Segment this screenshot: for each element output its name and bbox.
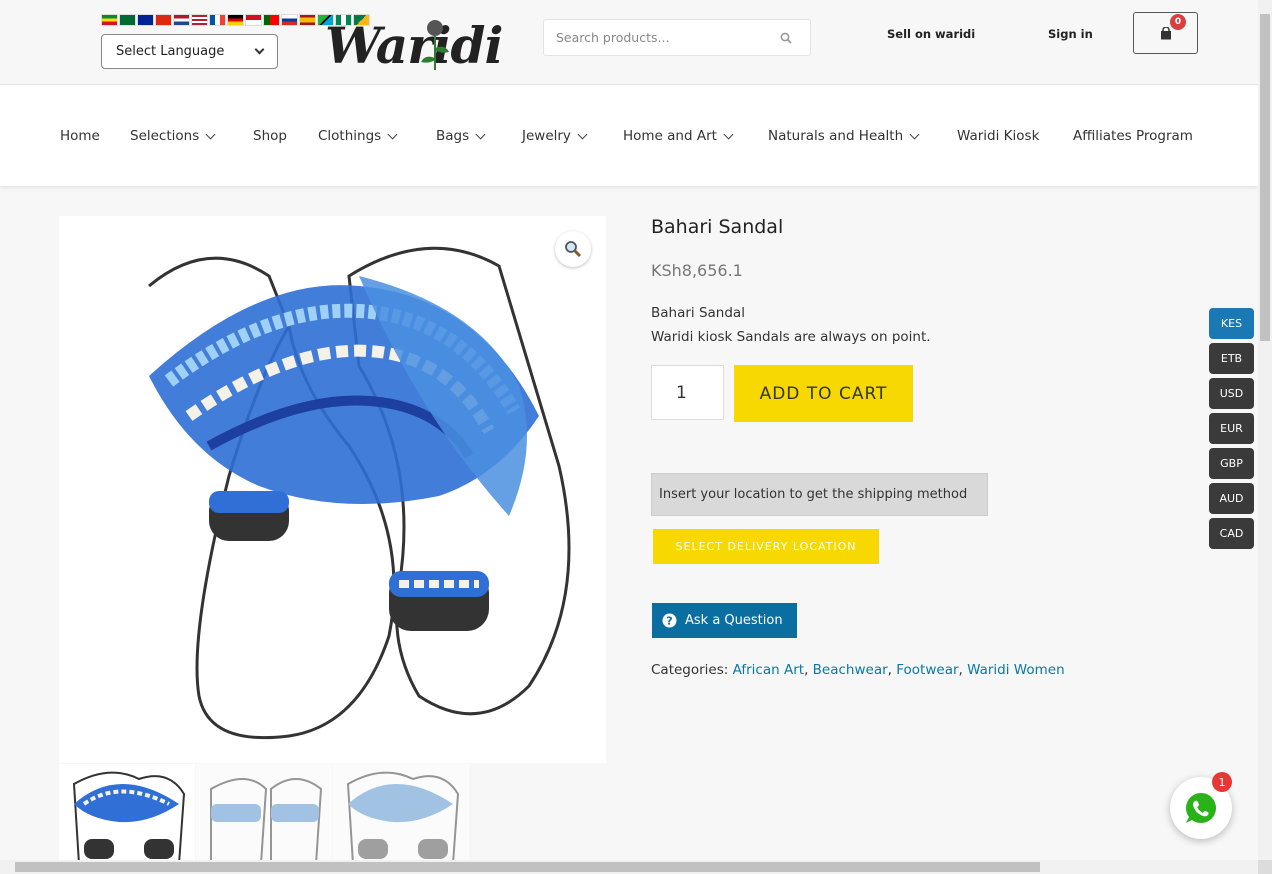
language-select[interactable]: Select Language [101, 34, 278, 69]
nav-item-label: Bags [436, 128, 470, 144]
thumbnail-strip [59, 764, 470, 864]
whatsapp-notification-badge: 1 [1212, 772, 1232, 792]
signin-link[interactable]: Sign in [1048, 27, 1093, 41]
flag-german-icon[interactable] [227, 14, 244, 26]
nav-item-affiliates-program[interactable]: Affiliates Program [1073, 128, 1193, 144]
sandal-image [148, 246, 571, 740]
currency-eur[interactable]: EUR [1209, 413, 1254, 444]
quantity-input[interactable]: 1 [651, 365, 724, 420]
language-select-label: Select Language [116, 44, 225, 59]
nav-item-shop[interactable]: Shop [253, 128, 287, 144]
chevron-down-icon [723, 129, 734, 139]
categories-label: Categories: [651, 662, 729, 678]
currency-cad[interactable]: CAD [1209, 518, 1254, 549]
nav-item-selections[interactable]: Selections [130, 128, 216, 144]
question-circle-icon: ? [662, 613, 677, 628]
nav-item-label: Naturals and Health [768, 128, 904, 144]
nav-item-label: Selections [130, 128, 200, 144]
horizontal-scrollbar-thumb[interactable] [15, 862, 1040, 872]
chevron-down-icon [387, 129, 398, 139]
nav-item-home-and-art[interactable]: Home and Art [623, 128, 734, 144]
zoom-button[interactable] [555, 231, 591, 267]
currency-usd[interactable]: USD [1209, 378, 1254, 409]
flag-bosnian-icon[interactable] [137, 14, 154, 26]
flag-amharic-icon[interactable] [101, 14, 118, 26]
chevron-down-icon [254, 44, 265, 55]
nav-item-label: Shop [253, 128, 287, 144]
flag-chinese-icon[interactable] [155, 14, 172, 26]
flag-english-icon[interactable] [191, 14, 208, 26]
nav-item-naturals-and-health[interactable]: Naturals and Health [768, 128, 920, 144]
nav-item-home[interactable]: Home [60, 128, 100, 144]
vertical-scrollbar-thumb[interactable] [1260, 14, 1270, 341]
nav-item-waridi-kiosk[interactable]: Waridi Kiosk [957, 128, 1039, 144]
sandal-thumbnail-image [210, 778, 323, 864]
main-nav: Home Selections Shop Clothings Bags Jewe… [0, 85, 1258, 186]
nav-item-jewelry[interactable]: Jewelry [522, 128, 588, 144]
cart-button[interactable]: 0 [1133, 12, 1198, 54]
chevron-down-icon [577, 129, 588, 139]
ask-question-label: Ask a Question [685, 613, 783, 628]
shopping-bag-icon [1160, 26, 1171, 39]
shipping-location-notice: Insert your location to get the shipping… [651, 473, 988, 516]
nav-item-clothings[interactable]: Clothings [318, 128, 398, 144]
magnifier-icon [565, 241, 582, 258]
sandal-thumbnail-image [346, 771, 460, 864]
thumbnail-1[interactable] [59, 764, 195, 864]
add-to-cart-button[interactable]: ADD TO CART [734, 365, 913, 422]
currency-etb[interactable]: ETB [1209, 343, 1254, 374]
search-icon[interactable] [780, 32, 792, 44]
chevron-down-icon [205, 129, 216, 139]
currency-kes[interactable]: KES [1209, 308, 1254, 339]
flag-spanish-icon[interactable] [299, 14, 316, 26]
ask-question-button[interactable]: ? Ask a Question [652, 603, 797, 638]
search-input[interactable]: Search products... [556, 30, 780, 45]
product-categories: Categories: African Art, Beachwear, Foot… [651, 662, 1065, 678]
cart-count-badge: 0 [1170, 14, 1186, 30]
category-link-beachwear[interactable]: Beachwear [813, 662, 888, 678]
flag-russian-icon[interactable] [281, 14, 298, 26]
flag-arabic-icon[interactable] [119, 14, 136, 26]
scrollbar-corner [1258, 860, 1272, 874]
site-logo[interactable]: Waridi [323, 14, 503, 75]
nav-item-bags[interactable]: Bags [436, 128, 486, 144]
sell-link[interactable]: Sell on waridi [887, 27, 975, 41]
flag-portuguese-icon[interactable] [263, 14, 280, 26]
chevron-down-icon [909, 129, 920, 139]
nav-item-label: Home [60, 128, 100, 144]
currency-aud[interactable]: AUD [1209, 483, 1254, 514]
search-bar[interactable]: Search products... [543, 19, 811, 56]
product-price: KSh8,656.1 [651, 261, 743, 280]
sandal-thumbnail-image [72, 771, 186, 864]
currency-gbp[interactable]: GBP [1209, 448, 1254, 479]
rose-icon [421, 20, 449, 70]
nav-item-label: Clothings [318, 128, 382, 144]
product-main-image[interactable] [59, 216, 606, 763]
nav-item-label: Affiliates Program [1073, 128, 1193, 144]
nav-item-label: Jewelry [522, 128, 571, 144]
thumbnail-2[interactable] [196, 764, 332, 864]
nav-item-label: Waridi Kiosk [957, 128, 1040, 144]
category-link-footwear[interactable]: Footwear [896, 662, 958, 678]
category-link-african-art[interactable]: African Art [733, 662, 804, 678]
flag-dutch-icon[interactable] [173, 14, 190, 26]
flag-french-icon[interactable] [209, 14, 226, 26]
product-title: Bahari Sandal [651, 216, 784, 238]
thumbnail-3[interactable] [333, 764, 469, 864]
logo-text: Waridi [325, 16, 503, 75]
short-description: Waridi kiosk Sandals are always on point… [651, 329, 931, 345]
flag-indonesian-icon[interactable] [245, 14, 262, 26]
select-delivery-location-button[interactable]: SELECT DELIVERY LOCATION [653, 529, 879, 564]
category-link-waridi-women[interactable]: Waridi Women [967, 662, 1065, 678]
nav-item-label: Home and Art [623, 128, 717, 144]
short-description-title: Bahari Sandal [651, 305, 745, 321]
chevron-down-icon [475, 129, 486, 139]
whatsapp-icon [1186, 793, 1216, 823]
svg-text:?: ? [666, 614, 672, 627]
